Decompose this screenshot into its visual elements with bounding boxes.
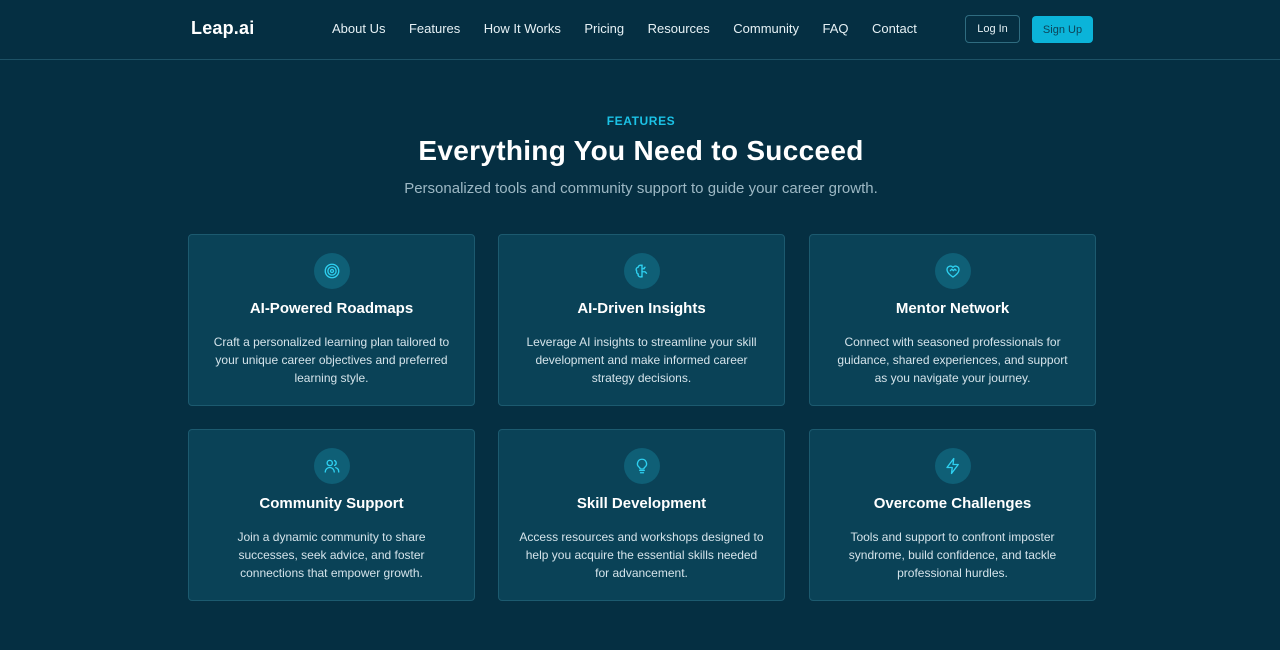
nav-how-it-works[interactable]: How It Works — [484, 21, 561, 36]
feature-card-challenges: Overcome Challenges Tools and support to… — [809, 429, 1096, 601]
feature-description: Craft a personalized learning plan tailo… — [213, 335, 450, 385]
section-eyebrow: FEATURES — [606, 114, 676, 128]
feature-card-mentors: Mentor Network Connect with seasoned pro… — [809, 234, 1096, 406]
feature-title: AI-Powered Roadmaps — [249, 300, 414, 317]
feature-title: Mentor Network — [895, 300, 1010, 317]
login-button[interactable]: Log In — [965, 15, 1020, 43]
feature-title: AI-Driven Insights — [577, 300, 706, 317]
target-icon — [314, 253, 350, 289]
feature-title: Overcome Challenges — [873, 495, 1032, 512]
nav-resources[interactable]: Resources — [648, 21, 710, 36]
nav-pricing[interactable]: Pricing — [584, 21, 624, 36]
feature-card-community: Community Support Join a dynamic communi… — [188, 429, 475, 601]
nav-about-us[interactable]: About Us — [332, 21, 385, 36]
top-navbar: Leap.ai About Us Features How It Works P… — [0, 0, 1280, 60]
signup-button[interactable]: Sign Up — [1032, 16, 1093, 43]
feature-card-roadmaps: AI-Powered Roadmaps Craft a personalized… — [188, 234, 475, 406]
feature-title: Community Support — [259, 495, 404, 512]
feature-card-insights: AI-Driven Insights Leverage AI insights … — [498, 234, 785, 406]
brand-logo[interactable]: Leap.ai — [191, 18, 254, 39]
feature-description: Connect with seasoned professionals for … — [837, 335, 1068, 385]
section-title: Everything You Need to Succeed — [418, 135, 864, 166]
feature-description: Join a dynamic community to share succes… — [237, 530, 426, 580]
feature-description: Tools and support to confront imposter s… — [848, 530, 1057, 580]
feature-description: Leverage AI insights to streamline your … — [526, 335, 757, 385]
lightbulb-icon — [624, 448, 660, 484]
zap-icon — [935, 448, 971, 484]
section-subtitle: Personalized tools and community support… — [404, 180, 878, 197]
main-nav: About Us Features How It Works Pricing R… — [332, 21, 940, 36]
feature-card-skills: Skill Development Access resources and w… — [498, 429, 785, 601]
feature-description: Access resources and workshops designed … — [519, 530, 764, 580]
nav-contact[interactable]: Contact — [872, 21, 917, 36]
feature-title: Skill Development — [576, 495, 707, 512]
nav-faq[interactable]: FAQ — [823, 21, 849, 36]
users-icon — [314, 448, 350, 484]
heart-handshake-icon — [935, 253, 971, 289]
brain-icon — [624, 253, 660, 289]
nav-community[interactable]: Community — [733, 21, 799, 36]
nav-features[interactable]: Features — [409, 21, 460, 36]
